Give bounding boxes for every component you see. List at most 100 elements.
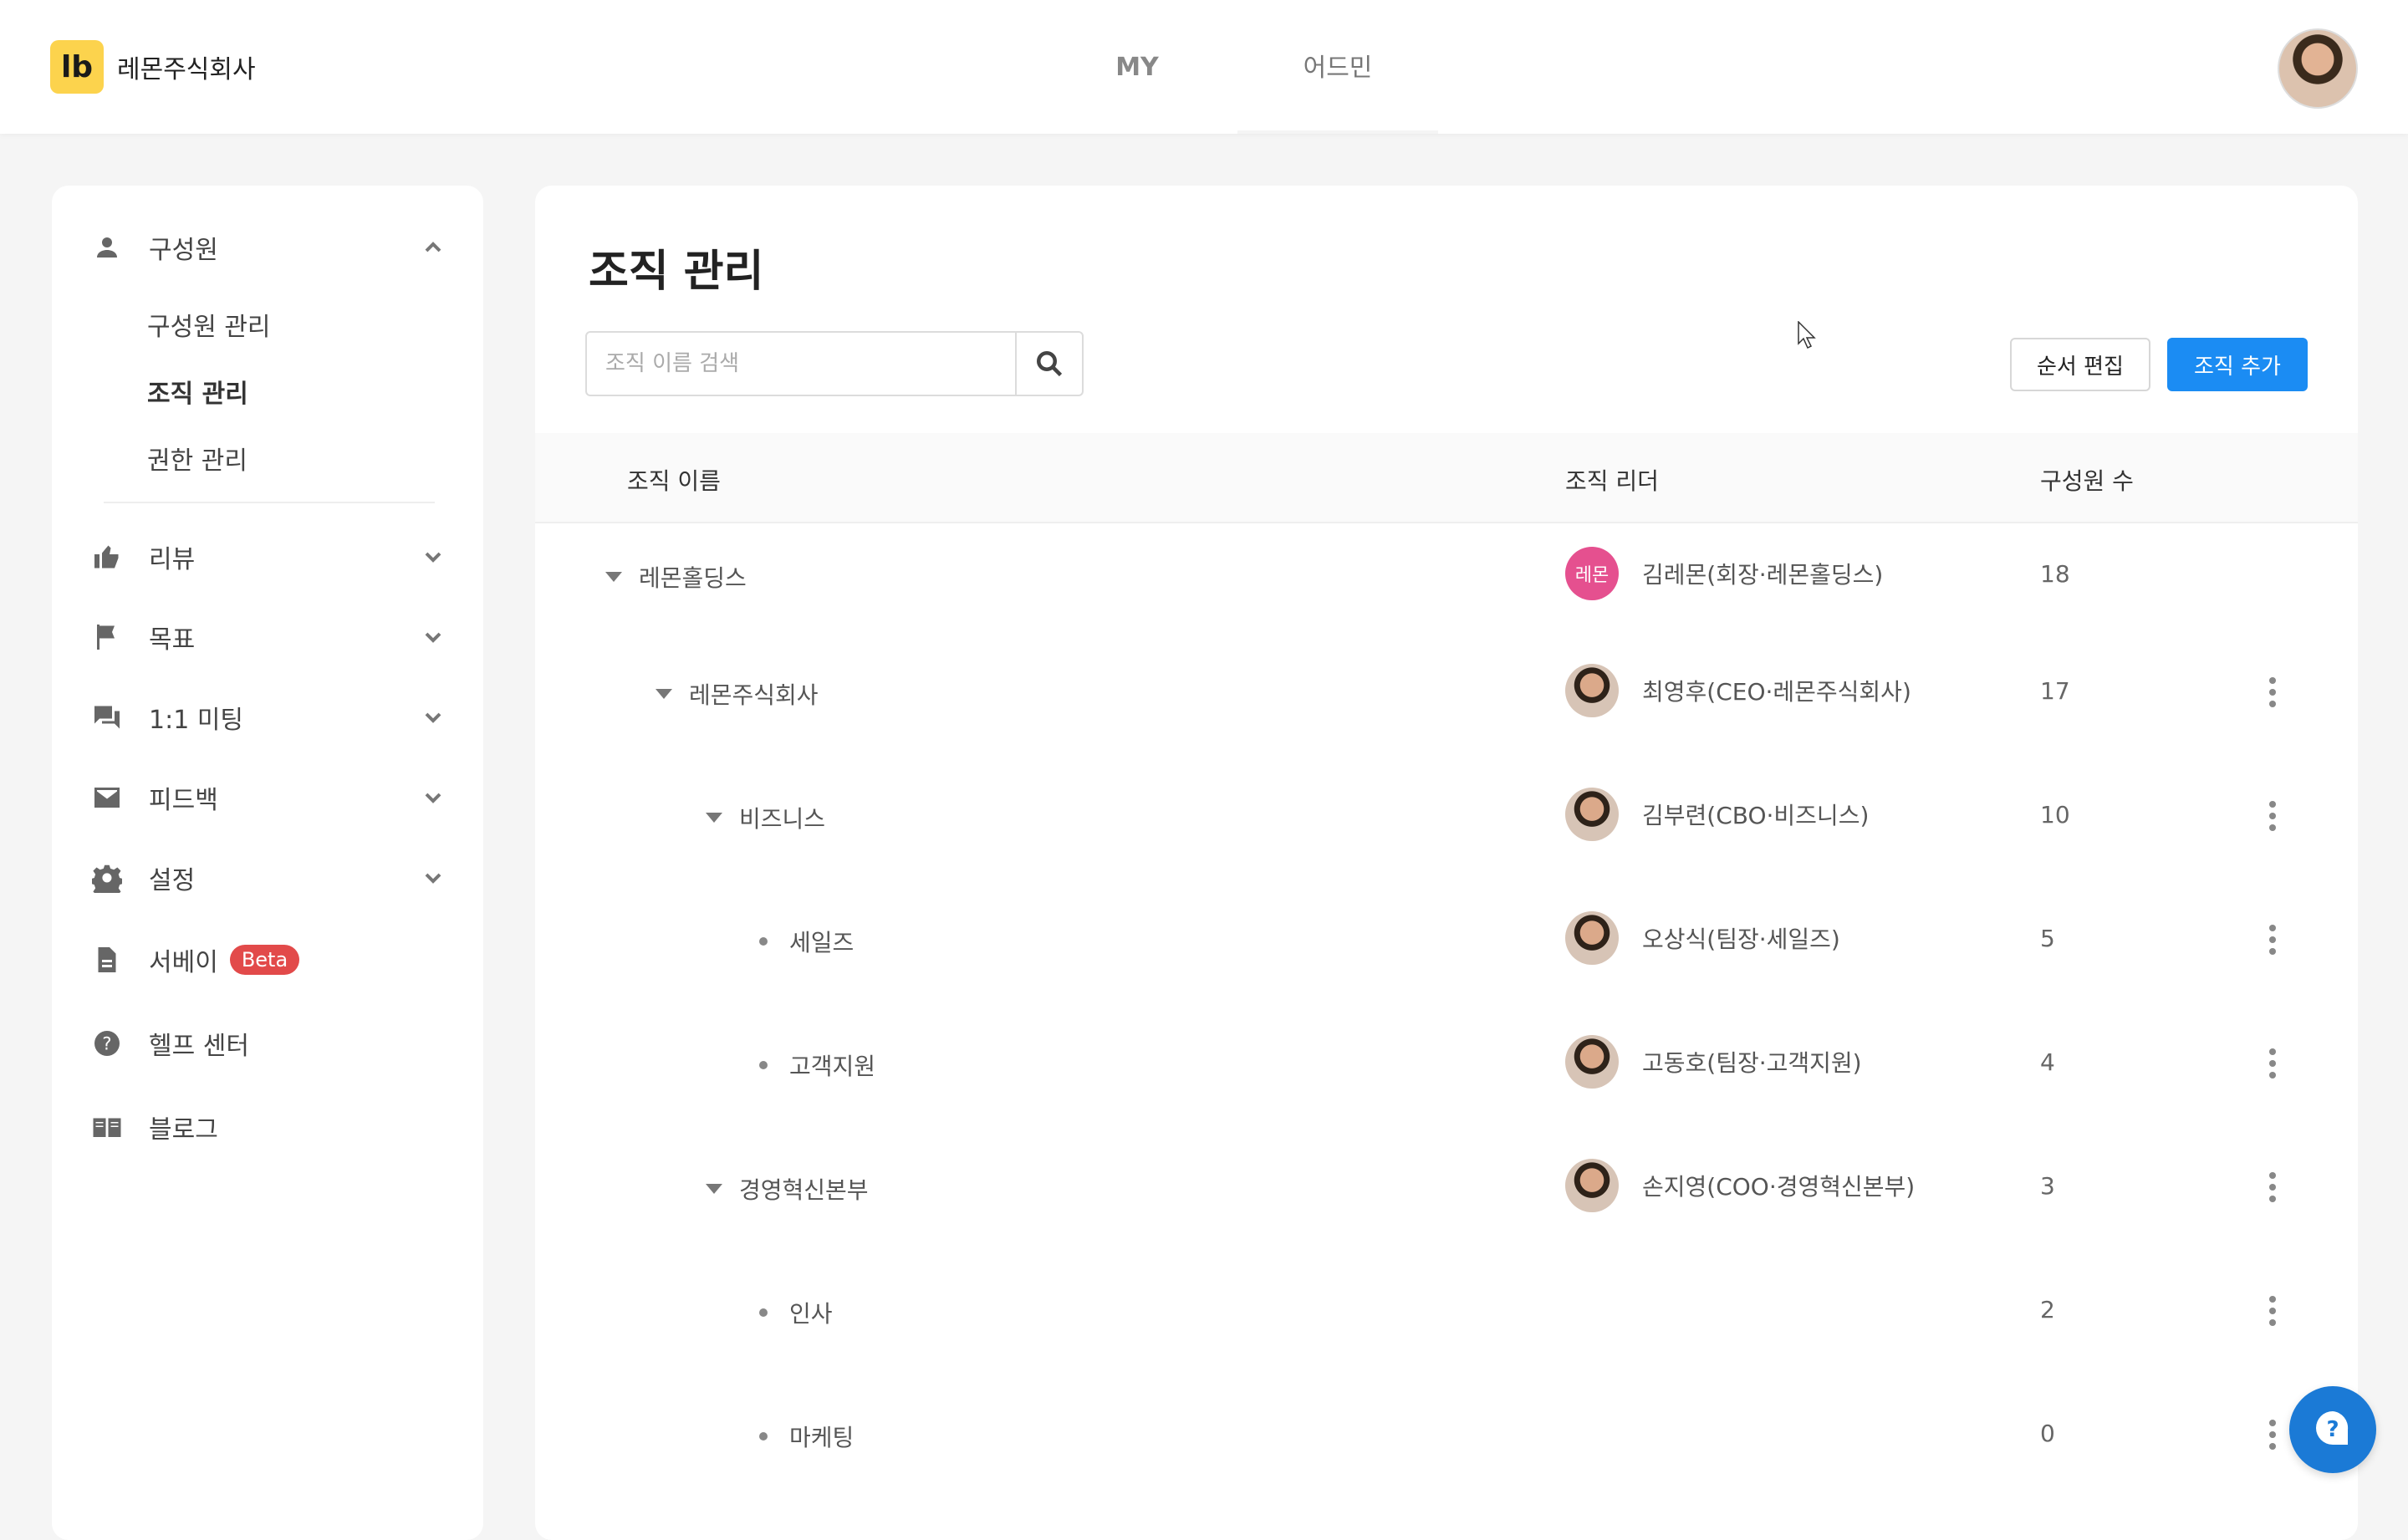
top-header: lb 레몬주식회사 MY 어드민 (0, 0, 2408, 134)
sidebar-group-settings[interactable]: 설정 (92, 848, 446, 908)
chevron-up-icon[interactable] (420, 234, 446, 261)
chevron-down-icon[interactable] (420, 624, 446, 650)
sidebar-group-label: 리뷰 (149, 545, 196, 574)
leader-name: 고동호(팀장·고객지원) (1642, 1049, 1862, 1077)
org-name: 세일즈 (789, 929, 855, 956)
sidebar-item-label: 서베이 (149, 948, 218, 977)
more-options-icon[interactable] (2268, 923, 2278, 956)
leader-cell: 손지영(COO·경영혁신본부) (1565, 1159, 1915, 1212)
sidebar-group-label: 설정 (149, 866, 196, 895)
more-options-icon[interactable] (2268, 799, 2278, 833)
chat-icon (92, 702, 122, 732)
search-button[interactable] (1015, 333, 1082, 395)
table-row[interactable]: 레몬주식회사 최영후(CEO·레몬주식회사) 17 (535, 632, 2358, 756)
column-header-name: 조직 이름 (627, 467, 721, 495)
caret-down-icon[interactable] (706, 813, 722, 823)
top-tabs: MY 어드민 (1037, 0, 1438, 134)
table-row[interactable]: 경영혁신본부 손지영(COO·경영혁신본부) 3 (535, 1127, 2358, 1251)
member-count: 4 (2040, 1048, 2055, 1076)
org-name: 비즈니스 (739, 805, 826, 833)
table-row[interactable]: 레몬홀딩스 레몬 김레몬(회장·레몬홀딩스) 18 (535, 515, 2358, 639)
leader-cell: 김부련(CBO·비즈니스) (1565, 788, 1869, 841)
chevron-down-icon[interactable] (420, 864, 446, 891)
leader-cell: 레몬 김레몬(회장·레몬홀딩스) (1565, 547, 1883, 600)
sidebar-group-one-on-one[interactable]: 1:1 미팅 (92, 687, 446, 747)
sidebar-group-review[interactable]: 리뷰 (92, 527, 446, 587)
leader-cell: 고동호(팀장·고객지원) (1565, 1035, 1862, 1089)
svg-text:?: ? (102, 1034, 111, 1054)
caret-down-icon[interactable] (656, 689, 672, 699)
search-icon (1037, 351, 1063, 377)
org-name-cell: 레몬홀딩스 (605, 560, 747, 594)
caret-down-icon[interactable] (706, 1184, 722, 1194)
table-row[interactable]: 세일즈 오상식(팀장·세일즈) 5 (535, 880, 2358, 1003)
org-name-cell: 인사 (759, 1296, 833, 1329)
sidebar-group-members[interactable]: 구성원 (92, 217, 446, 278)
gear-icon (92, 863, 122, 893)
column-header-leader: 조직 리더 (1565, 467, 1659, 495)
sidebar-item-org-management[interactable]: 조직 관리 (147, 373, 248, 410)
sidebar-group-label: 목표 (149, 625, 196, 655)
caret-down-icon[interactable] (605, 572, 622, 582)
sidebar-item-member-management[interactable]: 구성원 관리 (147, 306, 271, 343)
more-options-icon[interactable] (2268, 1170, 2278, 1204)
mouse-cursor-icon (1798, 321, 1816, 349)
leader-name: 김부련(CBO·비즈니스) (1642, 802, 1870, 829)
page-title: 조직 관리 (589, 247, 764, 297)
edit-order-button[interactable]: 순서 편집 (2010, 338, 2150, 391)
org-name: 레몬홀딩스 (639, 564, 747, 592)
org-name-cell: 경영혁신본부 (706, 1172, 869, 1206)
member-count: 18 (2040, 560, 2070, 588)
company-name: 레몬주식회사 (117, 55, 256, 84)
member-count: 2 (2040, 1296, 2055, 1323)
search-input[interactable] (587, 333, 1015, 395)
chevron-down-icon[interactable] (420, 784, 446, 811)
bullet-icon (759, 1432, 768, 1441)
sidebar-item-survey[interactable]: 서베이 Beta (92, 930, 446, 990)
sidebar-item-blog[interactable]: 블로그 (92, 1097, 446, 1157)
tab-my[interactable]: MY (1037, 0, 1237, 134)
member-count: 10 (2040, 801, 2070, 829)
table-row[interactable]: 고객지원 고동호(팀장·고객지원) 4 (535, 1003, 2358, 1127)
sidebar-item-label: 헬프 센터 (149, 1032, 249, 1061)
user-avatar[interactable] (2278, 28, 2358, 109)
bullet-icon (759, 1061, 768, 1069)
leader-cell: 오상식(팀장·세일즈) (1565, 911, 1840, 965)
sidebar-group-feedback[interactable]: 피드백 (92, 767, 446, 828)
org-name: 경영혁신본부 (739, 1176, 869, 1204)
help-icon: ? (92, 1028, 122, 1058)
logo-badge: lb (50, 40, 104, 94)
main-panel: 조직 관리 순서 편집 조직 추가 조직 이름 조직 리더 구성원 수 레몬홀딩… (535, 186, 2358, 1540)
more-options-icon[interactable] (2268, 1418, 2278, 1451)
more-options-icon[interactable] (2268, 676, 2278, 709)
search-box (585, 331, 1084, 396)
member-count: 0 (2040, 1420, 2055, 1447)
chevron-down-icon[interactable] (420, 704, 446, 731)
org-name-cell: 고객지원 (759, 1048, 875, 1082)
leader-name: 최영후(CEO·레몬주식회사) (1642, 678, 1911, 706)
add-organization-button[interactable]: 조직 추가 (2167, 338, 2308, 391)
sidebar-item-help-center[interactable]: ? 헬프 센터 (92, 1013, 446, 1073)
table-row[interactable]: 비즈니스 김부련(CBO·비즈니스) 10 (535, 756, 2358, 880)
table-row[interactable]: 인사 2 (535, 1251, 2358, 1374)
leader-cell: 최영후(CEO·레몬주식회사) (1565, 664, 1911, 717)
leader-avatar (1565, 1035, 1619, 1089)
company-logo[interactable]: lb 레몬주식회사 (50, 40, 256, 94)
sidebar-item-permission-management[interactable]: 권한 관리 (147, 440, 247, 477)
thumbs-up-icon (92, 542, 122, 572)
leader-avatar (1565, 1159, 1619, 1212)
chevron-down-icon[interactable] (420, 543, 446, 570)
leader-avatar: 레몬 (1565, 547, 1619, 600)
help-chat-button[interactable]: ? (2289, 1386, 2376, 1473)
leader-avatar (1565, 788, 1619, 841)
more-options-icon[interactable] (2268, 1294, 2278, 1328)
member-count: 5 (2040, 925, 2055, 952)
more-options-icon[interactable] (2268, 1047, 2278, 1080)
leader-name: 손지영(COO·경영혁신본부) (1642, 1173, 1916, 1201)
table-row[interactable]: 마케팅 0 (535, 1374, 2358, 1498)
sidebar-group-label: 피드백 (149, 786, 218, 815)
sidebar-group-goals[interactable]: 목표 (92, 607, 446, 667)
org-name: 마케팅 (789, 1424, 855, 1451)
tab-admin[interactable]: 어드민 (1237, 0, 1438, 134)
question-bubble-icon: ? (2316, 1411, 2349, 1445)
